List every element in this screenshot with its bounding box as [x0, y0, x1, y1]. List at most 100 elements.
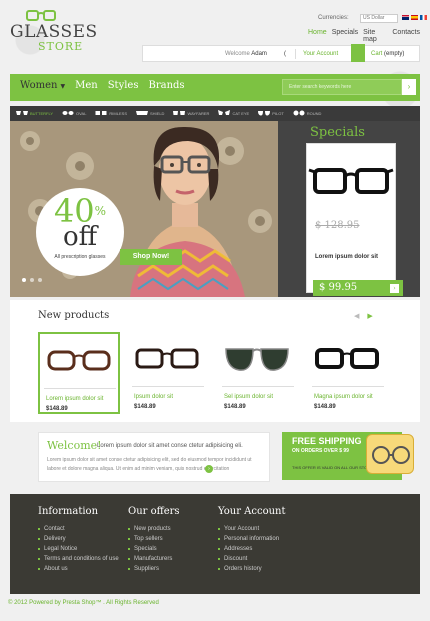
flag-en-icon[interactable]	[402, 15, 409, 20]
footer-link-label: Terms and conditions of use	[44, 556, 119, 562]
bullet-icon	[218, 528, 220, 530]
footer-link[interactable]: Specials	[128, 544, 180, 554]
free-shipping-banner[interactable]: FREE SHIPPING ON ORDERS OVER $ 99 THIS O…	[282, 432, 414, 480]
arrow-right-icon[interactable]: ›	[205, 465, 213, 473]
new-products-title: New products	[38, 310, 110, 321]
cart-link[interactable]: Cart (empty)	[371, 51, 404, 57]
slider-dot[interactable]	[22, 278, 26, 282]
bullet-icon	[128, 538, 130, 540]
product-name[interactable]: Lorem ipsum dolor sit	[46, 396, 103, 402]
footer-link[interactable]: Suppliers	[128, 564, 180, 574]
specials-product-name[interactable]: Lorem ipsum dolor sit	[315, 254, 378, 260]
footer-link[interactable]: Your Account	[218, 524, 286, 534]
product-card[interactable]: Ipsum dolor sit $148.89	[128, 332, 210, 414]
arrow-right-icon[interactable]: ›	[390, 284, 399, 293]
footer-link-label: Contact	[44, 526, 65, 532]
glasses-case-image	[366, 434, 414, 474]
filter-shield[interactable]: SHIELD	[135, 110, 165, 116]
shop-now-button[interactable]: Shop Now!	[120, 249, 182, 265]
footer-link-label: Specials	[134, 546, 157, 552]
footer-link-label: Discount	[224, 556, 248, 562]
flag-fr-icon[interactable]	[420, 15, 427, 20]
filter-rimless[interactable]: RIMLESS	[95, 110, 127, 116]
bullet-icon	[38, 538, 40, 540]
top-link-contacts[interactable]: Contacts	[392, 29, 420, 43]
currency-select[interactable]: US Dollar	[360, 14, 398, 23]
product-image	[47, 350, 111, 371]
butterfly-glasses-icon	[16, 111, 28, 115]
footer-link[interactable]: Legal Notice	[38, 544, 119, 554]
filter-wayfarer[interactable]: WAYFARER	[173, 110, 209, 116]
account-link[interactable]: Your Account	[303, 51, 338, 57]
slider-dots	[22, 278, 42, 282]
hero-slider[interactable]: 40% off All prescription glasses Shop No…	[10, 121, 278, 297]
search-button[interactable]: ›	[402, 79, 416, 95]
nav-item-brands[interactable]: Brands	[148, 80, 184, 91]
bullet-icon	[218, 538, 220, 540]
footer-link[interactable]: Addresses	[218, 544, 286, 554]
footer-link-label: Delivery	[44, 536, 66, 542]
product-card[interactable]: Sel ipsum dolor sit $148.89	[218, 332, 300, 414]
divider	[312, 386, 384, 387]
footer-link[interactable]: Discount	[218, 554, 286, 564]
cart-bag-icon[interactable]	[351, 44, 365, 62]
chevron-left-icon[interactable]: ◀	[354, 312, 359, 320]
slider-dot[interactable]	[38, 278, 42, 282]
chevron-right-icon[interactable]: ▶	[367, 312, 372, 320]
product-name[interactable]: Sel ipsum dolor sit	[224, 394, 273, 400]
cart-label: Cart	[371, 51, 383, 57]
nav-item-styles[interactable]: Styles	[108, 80, 139, 91]
product-name[interactable]: Ipsum dolor sit	[134, 394, 173, 400]
nav-item-men[interactable]: Men	[75, 80, 98, 91]
footer-link[interactable]: About us	[38, 564, 119, 574]
footer-link[interactable]: Manufacturers	[128, 554, 180, 564]
filter-label: BUTTERFLY	[30, 110, 54, 116]
footer-link[interactable]: Top sellers	[128, 534, 180, 544]
copyright: © 2012 Powered by Presta Shop™ . All Rig…	[8, 600, 159, 606]
filter-round[interactable]: ROUND	[293, 110, 321, 116]
logout-link[interactable]: (	[284, 51, 286, 57]
welcome-lead: Lorem ipsum dolor sit amet conse ctetur …	[97, 443, 243, 449]
bullet-icon	[218, 558, 220, 560]
promo-subtitle: All prescription glasses	[54, 254, 106, 260]
filter-label: SHIELD	[149, 110, 165, 116]
product-price: $148.89	[224, 404, 246, 410]
footer-link[interactable]: Orders history	[218, 564, 286, 574]
filter-butterfly[interactable]: BUTTERFLY	[16, 110, 53, 116]
flag-es-icon[interactable]	[411, 15, 418, 20]
top-link-home[interactable]: Home	[308, 29, 327, 43]
search-input[interactable]: Enter search keywords here	[282, 79, 402, 95]
footer-link[interactable]: Contact	[38, 524, 119, 534]
cat-eye-glasses-icon	[218, 110, 231, 115]
product-card[interactable]: Magna ipsum dolor sit $148.89	[308, 332, 390, 414]
new-products-section: New products ◀ ▶ Lorem ipsum dolor sit $…	[10, 300, 420, 422]
slider-dot[interactable]	[30, 278, 34, 282]
logo-name: GLASSES	[10, 22, 98, 42]
specials-price: $ 99.95	[319, 282, 358, 293]
bullet-icon	[218, 568, 220, 570]
glasses-icon	[372, 446, 410, 464]
model-photo	[130, 126, 245, 297]
product-image	[135, 348, 199, 369]
nav-item-women[interactable]: Women ▼	[20, 80, 65, 91]
product-card[interactable]: Lorem ipsum dolor sit $148.89	[38, 332, 120, 414]
footer-heading: Information	[38, 506, 99, 517]
footer-link[interactable]: New products	[128, 524, 180, 534]
product-name[interactable]: Magna ipsum dolor sit	[314, 394, 373, 400]
logo[interactable]: GLASSES STORE	[10, 10, 100, 53]
round-glasses-icon	[293, 110, 305, 116]
filter-pilot[interactable]: PILOT	[258, 110, 284, 116]
top-link-specials[interactable]: Specials	[332, 29, 358, 43]
footer-link[interactable]: Delivery	[38, 534, 119, 544]
footer-link[interactable]: Personal information	[218, 534, 286, 544]
promo-badge: 40% off All prescription glasses	[36, 188, 124, 276]
filter-oval[interactable]: OVAL	[62, 110, 86, 116]
footer-heading: Your Account	[218, 506, 286, 517]
nav-item-label: Women	[20, 80, 58, 91]
shipping-subtitle: ON ORDERS OVER $ 99	[292, 448, 349, 454]
footer-link[interactable]: Terms and conditions of use	[38, 554, 119, 564]
filter-label: OVAL	[76, 110, 87, 116]
top-link-sitemap[interactable]: Site map	[363, 29, 387, 43]
filter-cat-eye[interactable]: CAT EYE	[218, 110, 249, 116]
specials-card[interactable]: $ 128.95 Lorem ipsum dolor sit $ 99.95 ›	[306, 143, 403, 296]
